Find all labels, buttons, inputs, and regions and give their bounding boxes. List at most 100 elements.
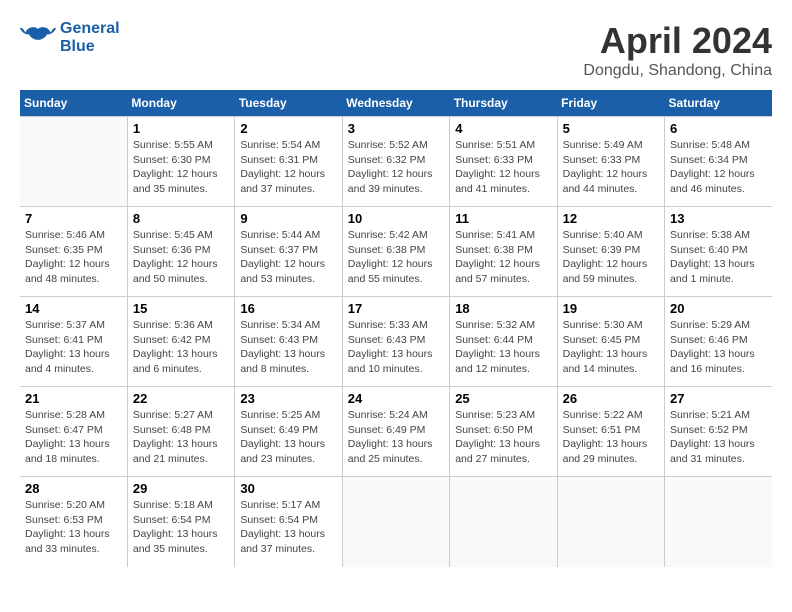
day-info: Sunrise: 5:40 AMSunset: 6:39 PMDaylight:… xyxy=(563,228,659,287)
day-info: Sunrise: 5:46 AMSunset: 6:35 PMDaylight:… xyxy=(25,228,122,287)
day-number: 25 xyxy=(455,391,551,406)
day-number: 12 xyxy=(563,211,659,226)
calendar-cell: 27Sunrise: 5:21 AMSunset: 6:52 PMDayligh… xyxy=(665,387,772,477)
day-number: 1 xyxy=(133,121,229,136)
day-number: 13 xyxy=(670,211,767,226)
day-info: Sunrise: 5:42 AMSunset: 6:38 PMDaylight:… xyxy=(348,228,444,287)
day-info: Sunrise: 5:17 AMSunset: 6:54 PMDaylight:… xyxy=(240,498,336,557)
day-number: 14 xyxy=(25,301,122,316)
day-number: 23 xyxy=(240,391,336,406)
day-info: Sunrise: 5:22 AMSunset: 6:51 PMDaylight:… xyxy=(563,408,659,467)
calendar-cell: 14 Sunrise: 5:37 AMSunset: 6:41 PMDayligh… xyxy=(20,297,127,387)
day-number: 9 xyxy=(240,211,336,226)
day-info: Sunrise: 5:32 AMSunset: 6:44 PMDaylight:… xyxy=(455,318,551,377)
logo: General Blue xyxy=(20,20,120,56)
weekday-header: Monday xyxy=(127,90,234,117)
day-number: 11 xyxy=(455,211,551,226)
weekday-header: Saturday xyxy=(665,90,772,117)
day-number: 19 xyxy=(563,301,659,316)
calendar-cell: 11 Sunrise: 5:41 AMSunset: 6:38 PMDayligh… xyxy=(450,207,557,297)
logo-line2: Blue xyxy=(60,38,120,56)
page-header: General Blue April 2024 Dongdu, Shandong… xyxy=(20,20,772,80)
day-info: Sunrise: 5:33 AMSunset: 6:43 PMDaylight:… xyxy=(348,318,444,377)
weekday-header: Sunday xyxy=(20,90,127,117)
calendar-cell xyxy=(665,477,772,567)
calendar-cell: 20 Sunrise: 5:29 AMSunset: 6:46 PMDayligh… xyxy=(665,297,772,387)
calendar-week-row: 7 Sunrise: 5:46 AMSunset: 6:35 PMDaylight… xyxy=(20,207,772,297)
day-number: 6 xyxy=(670,121,767,136)
weekday-header: Wednesday xyxy=(342,90,449,117)
day-info: Sunrise: 5:23 AMSunset: 6:50 PMDaylight:… xyxy=(455,408,551,467)
day-number: 27 xyxy=(670,391,767,406)
day-info: Sunrise: 5:49 AMSunset: 6:33 PMDaylight:… xyxy=(563,138,659,197)
calendar-cell: 29Sunrise: 5:18 AMSunset: 6:54 PMDayligh… xyxy=(127,477,234,567)
day-number: 3 xyxy=(348,121,444,136)
day-number: 8 xyxy=(133,211,229,226)
calendar-cell: 22 Sunrise: 5:27 AMSunset: 6:48 PMDayligh… xyxy=(127,387,234,477)
calendar-cell: 15 Sunrise: 5:36 AMSunset: 6:42 PMDayligh… xyxy=(127,297,234,387)
day-info: Sunrise: 5:54 AMSunset: 6:31 PMDaylight:… xyxy=(240,138,336,197)
day-info: Sunrise: 5:37 AMSunset: 6:41 PMDaylight:… xyxy=(25,318,122,377)
day-number: 15 xyxy=(133,301,229,316)
weekday-header: Tuesday xyxy=(235,90,342,117)
day-info: Sunrise: 5:30 AMSunset: 6:45 PMDaylight:… xyxy=(563,318,659,377)
calendar-cell: 18 Sunrise: 5:32 AMSunset: 6:44 PMDayligh… xyxy=(450,297,557,387)
day-number: 20 xyxy=(670,301,767,316)
day-info: Sunrise: 5:51 AMSunset: 6:33 PMDaylight:… xyxy=(455,138,551,197)
calendar-cell: 26 Sunrise: 5:22 AMSunset: 6:51 PMDayligh… xyxy=(557,387,664,477)
day-info: Sunrise: 5:44 AMSunset: 6:37 PMDaylight:… xyxy=(240,228,336,287)
day-number: 10 xyxy=(348,211,444,226)
calendar-cell: 12 Sunrise: 5:40 AMSunset: 6:39 PMDayligh… xyxy=(557,207,664,297)
day-info: Sunrise: 5:18 AMSunset: 6:54 PMDaylight:… xyxy=(133,498,229,557)
calendar-cell: 7 Sunrise: 5:46 AMSunset: 6:35 PMDaylight… xyxy=(20,207,127,297)
calendar-week-row: 28Sunrise: 5:20 AMSunset: 6:53 PMDayligh… xyxy=(20,477,772,567)
calendar-cell: 21Sunrise: 5:28 AMSunset: 6:47 PMDayligh… xyxy=(20,387,127,477)
day-info: Sunrise: 5:52 AMSunset: 6:32 PMDaylight:… xyxy=(348,138,444,197)
day-number: 5 xyxy=(563,121,659,136)
day-info: Sunrise: 5:24 AMSunset: 6:49 PMDaylight:… xyxy=(348,408,444,467)
location: Dongdu, Shandong, China xyxy=(583,62,772,80)
calendar-table: SundayMondayTuesdayWednesdayThursdayFrid… xyxy=(20,90,772,567)
calendar-week-row: 14 Sunrise: 5:37 AMSunset: 6:41 PMDayligh… xyxy=(20,297,772,387)
day-info: Sunrise: 5:29 AMSunset: 6:46 PMDaylight:… xyxy=(670,318,767,377)
calendar-cell: 3 Sunrise: 5:52 AMSunset: 6:32 PMDaylight… xyxy=(342,117,449,207)
day-number: 17 xyxy=(348,301,444,316)
day-number: 22 xyxy=(133,391,229,406)
day-info: Sunrise: 5:45 AMSunset: 6:36 PMDaylight:… xyxy=(133,228,229,287)
day-info: Sunrise: 5:25 AMSunset: 6:49 PMDaylight:… xyxy=(240,408,336,467)
calendar-cell: 1Sunrise: 5:55 AMSunset: 6:30 PMDaylight… xyxy=(127,117,234,207)
calendar-cell: 16Sunrise: 5:34 AMSunset: 6:43 PMDayligh… xyxy=(235,297,342,387)
day-info: Sunrise: 5:27 AMSunset: 6:48 PMDaylight:… xyxy=(133,408,229,467)
title-block: April 2024 Dongdu, Shandong, China xyxy=(583,20,772,80)
calendar-week-row: 1Sunrise: 5:55 AMSunset: 6:30 PMDaylight… xyxy=(20,117,772,207)
calendar-cell: 19 Sunrise: 5:30 AMSunset: 6:45 PMDayligh… xyxy=(557,297,664,387)
calendar-cell: 17 Sunrise: 5:33 AMSunset: 6:43 PMDayligh… xyxy=(342,297,449,387)
day-info: Sunrise: 5:36 AMSunset: 6:42 PMDaylight:… xyxy=(133,318,229,377)
day-number: 30 xyxy=(240,481,336,496)
day-number: 26 xyxy=(563,391,659,406)
calendar-cell: 9 Sunrise: 5:44 AMSunset: 6:37 PMDaylight… xyxy=(235,207,342,297)
day-info: Sunrise: 5:41 AMSunset: 6:38 PMDaylight:… xyxy=(455,228,551,287)
calendar-cell: 10 Sunrise: 5:42 AMSunset: 6:38 PMDayligh… xyxy=(342,207,449,297)
day-number: 7 xyxy=(25,211,122,226)
day-number: 16 xyxy=(240,301,336,316)
calendar-cell: 23 Sunrise: 5:25 AMSunset: 6:49 PMDayligh… xyxy=(235,387,342,477)
day-number: 18 xyxy=(455,301,551,316)
calendar-cell: 30 Sunrise: 5:17 AMSunset: 6:54 PMDayligh… xyxy=(235,477,342,567)
calendar-cell: 4 Sunrise: 5:51 AMSunset: 6:33 PMDaylight… xyxy=(450,117,557,207)
month-title: April 2024 xyxy=(583,20,772,62)
calendar-cell xyxy=(557,477,664,567)
day-number: 4 xyxy=(455,121,551,136)
calendar-cell: 6Sunrise: 5:48 AMSunset: 6:34 PMDaylight… xyxy=(665,117,772,207)
calendar-cell xyxy=(450,477,557,567)
logo-line1: General xyxy=(60,20,120,38)
calendar-cell xyxy=(20,117,127,207)
calendar-week-row: 21Sunrise: 5:28 AMSunset: 6:47 PMDayligh… xyxy=(20,387,772,477)
calendar-cell: 5 Sunrise: 5:49 AMSunset: 6:33 PMDaylight… xyxy=(557,117,664,207)
weekday-header: Thursday xyxy=(450,90,557,117)
calendar-cell: 28Sunrise: 5:20 AMSunset: 6:53 PMDayligh… xyxy=(20,477,127,567)
day-info: Sunrise: 5:20 AMSunset: 6:53 PMDaylight:… xyxy=(25,498,122,557)
day-number: 2 xyxy=(240,121,336,136)
day-number: 24 xyxy=(348,391,444,406)
day-info: Sunrise: 5:38 AMSunset: 6:40 PMDaylight:… xyxy=(670,228,767,287)
